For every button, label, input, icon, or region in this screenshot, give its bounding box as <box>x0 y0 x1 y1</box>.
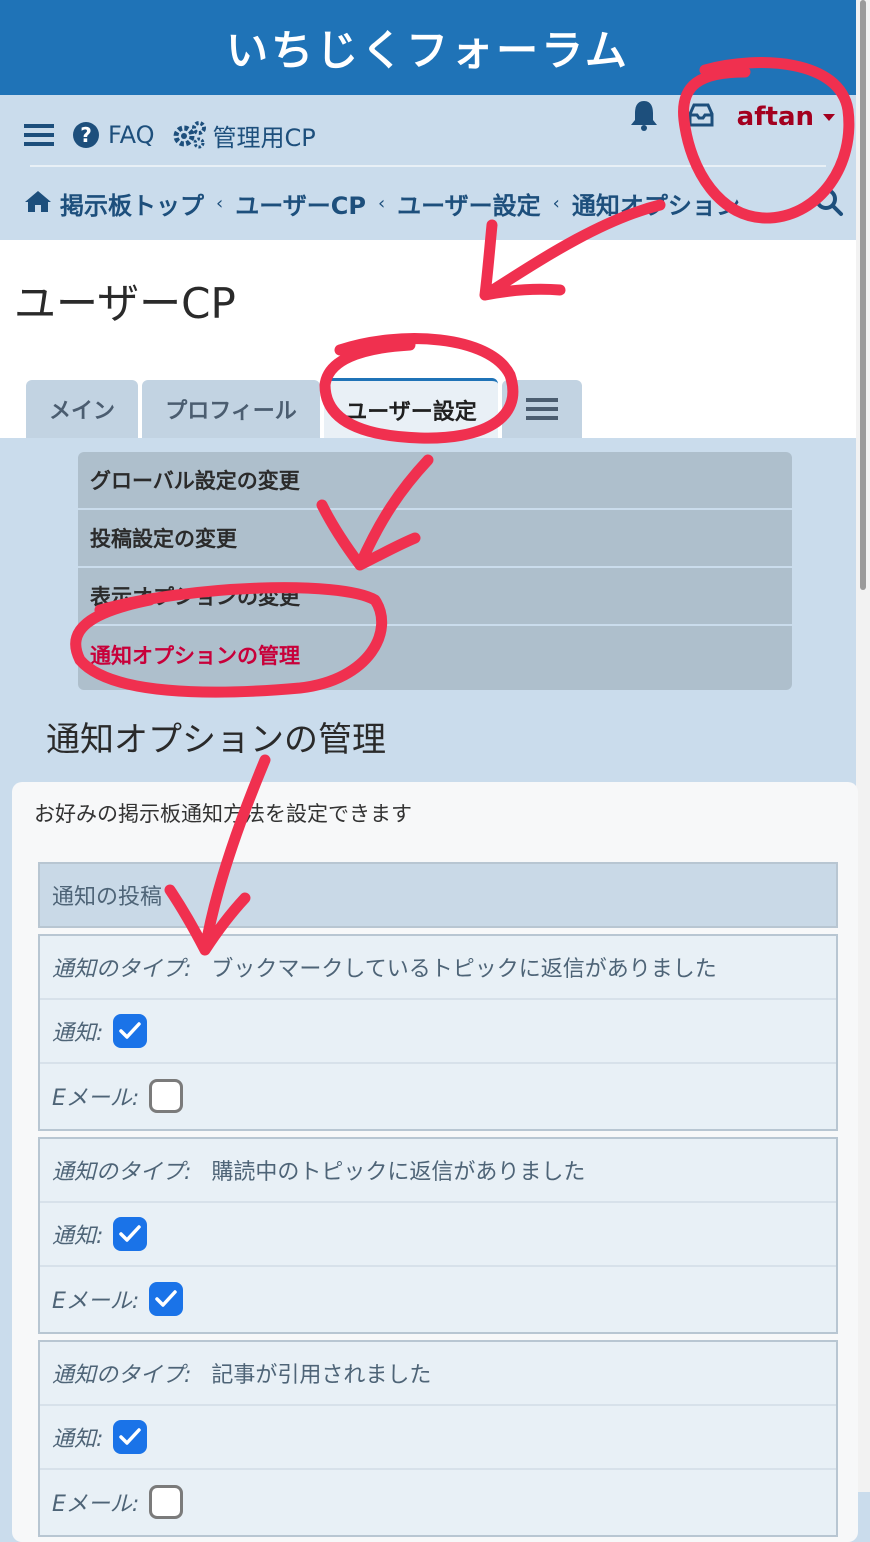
scrollbar-track[interactable] <box>856 0 870 1492</box>
email-label: Eメール: <box>52 1086 140 1111</box>
email-label: Eメール: <box>52 1289 140 1314</box>
notification-type-block: 通知のタイプ: ブックマークしているトピックに返信がありました 通知: Eメール… <box>38 934 838 1131</box>
breadcrumb-item[interactable]: 通知オプション <box>572 186 740 221</box>
group-heading: 通知の投稿 <box>38 862 838 928</box>
hamburger-menu-icon[interactable] <box>24 123 54 147</box>
checkmark-icon <box>119 1022 142 1039</box>
faq-label: FAQ <box>108 121 155 149</box>
admin-cp-link[interactable]: 管理用CP <box>173 118 316 153</box>
scrollbar-thumb[interactable] <box>860 0 866 590</box>
section-title: 通知オプションの管理 <box>46 720 386 760</box>
hamburger-menu-icon <box>526 398 558 420</box>
user-area: aftan <box>629 95 836 139</box>
settings-submenu: グローバル設定の変更 投稿設定の変更 表示オプションの変更 通知オプションの管理 <box>78 452 792 690</box>
tab-label: ユーザー設定 <box>345 399 477 425</box>
page-title: ユーザーCP <box>14 279 236 328</box>
submenu-item-display-options[interactable]: 表示オプションの変更 <box>78 568 792 626</box>
admin-cp-label: 管理用CP <box>212 123 316 152</box>
notification-panel: お好みの掲示板通知方法を設定できます 通知の投稿 通知のタイプ: ブックマークし… <box>12 782 858 1542</box>
type-row: 通知のタイプ: ブックマークしているトピックに返信がありました <box>40 936 836 1000</box>
tab-label: プロフィール <box>165 399 297 424</box>
breadcrumb-item[interactable]: ユーザー設定 <box>397 186 541 221</box>
notify-checkbox[interactable] <box>113 1217 148 1251</box>
notify-row: 通知: <box>40 1000 836 1064</box>
faq-link[interactable]: ? FAQ <box>72 121 155 149</box>
svg-text:?: ? <box>80 123 92 147</box>
checkmark-icon <box>155 1290 178 1307</box>
breadcrumb-item[interactable]: ユーザーCP <box>235 186 366 221</box>
site-title[interactable]: いちじくフォーラム <box>226 17 630 78</box>
notification-type-block: 通知のタイプ: 購読中のトピックに返信がありました 通知: Eメール: <box>38 1137 838 1334</box>
breadcrumb-item[interactable]: 掲示板トップ <box>60 186 204 221</box>
submenu-item-global-settings[interactable]: グローバル設定の変更 <box>78 452 792 510</box>
tab-profile[interactable]: プロフィール <box>142 380 320 438</box>
chevron-left-icon: ‹ <box>377 192 386 214</box>
nav-divider <box>30 165 826 167</box>
checkmark-icon <box>119 1225 142 1242</box>
page-header: ユーザーCP メイン プロフィール ユーザー設定 <box>0 240 856 438</box>
home-icon[interactable] <box>24 189 52 217</box>
search-icon[interactable] <box>814 187 844 221</box>
bell-icon[interactable] <box>629 99 659 135</box>
email-row: Eメール: <box>40 1470 836 1534</box>
inbox-icon[interactable] <box>687 102 715 132</box>
checkmark-icon <box>119 1428 142 1445</box>
chevron-down-icon[interactable] <box>822 108 836 127</box>
type-row: 通知のタイプ: 購読中のトピックに返信がありました <box>40 1139 836 1203</box>
panel-description: お好みの掲示板通知方法を設定できます <box>34 802 412 826</box>
tab-user-settings[interactable]: ユーザー設定 <box>324 378 498 438</box>
chevron-left-icon: ‹ <box>216 192 224 214</box>
notify-checkbox[interactable] <box>113 1014 148 1048</box>
username[interactable]: aftan <box>737 102 814 132</box>
email-label: Eメール: <box>52 1492 140 1517</box>
tab-label: メイン <box>48 399 115 424</box>
breadcrumb: 掲示板トップ ‹ ユーザーCP ‹ ユーザー設定 ‹ 通知オプション <box>24 183 836 223</box>
tab-bar: メイン プロフィール ユーザー設定 <box>26 378 586 438</box>
chevron-left-icon: ‹ <box>552 192 560 214</box>
email-row: Eメール: <box>40 1267 836 1331</box>
type-label: 通知のタイプ: <box>52 957 192 982</box>
submenu-item-post-settings[interactable]: 投稿設定の変更 <box>78 510 792 568</box>
notify-label: 通知: <box>52 1021 104 1046</box>
type-label: 通知のタイプ: <box>52 1160 192 1185</box>
notify-label: 通知: <box>52 1427 104 1452</box>
notify-checkbox[interactable] <box>113 1420 148 1454</box>
tab-more[interactable] <box>502 380 582 438</box>
submenu-item-notification-options[interactable]: 通知オプションの管理 <box>78 626 792 684</box>
notification-type-block: 通知のタイプ: 記事が引用されました 通知: Eメール: <box>38 1340 838 1537</box>
type-value: 購読中のトピックに返信がありました <box>211 1160 586 1185</box>
email-checkbox[interactable] <box>149 1282 184 1316</box>
email-checkbox[interactable] <box>149 1079 184 1113</box>
notify-row: 通知: <box>40 1406 836 1470</box>
notify-label: 通知: <box>52 1224 104 1249</box>
type-value: ブックマークしているトピックに返信がありました <box>211 957 717 982</box>
tab-main[interactable]: メイン <box>26 380 138 438</box>
email-row: Eメール: <box>40 1064 836 1128</box>
type-row: 通知のタイプ: 記事が引用されました <box>40 1342 836 1406</box>
notify-row: 通知: <box>40 1203 836 1267</box>
type-value: 記事が引用されました <box>211 1363 432 1388</box>
type-label: 通知のタイプ: <box>52 1363 192 1388</box>
nav-bar: ? FAQ 管理用CP aftan 掲示板トップ ‹ ユーザーCP ‹ ユーザー… <box>0 95 856 240</box>
email-checkbox[interactable] <box>149 1485 184 1519</box>
question-circle-icon: ? <box>73 122 99 148</box>
gears-icon <box>173 121 206 149</box>
site-title-bar: いちじくフォーラム <box>0 0 856 95</box>
